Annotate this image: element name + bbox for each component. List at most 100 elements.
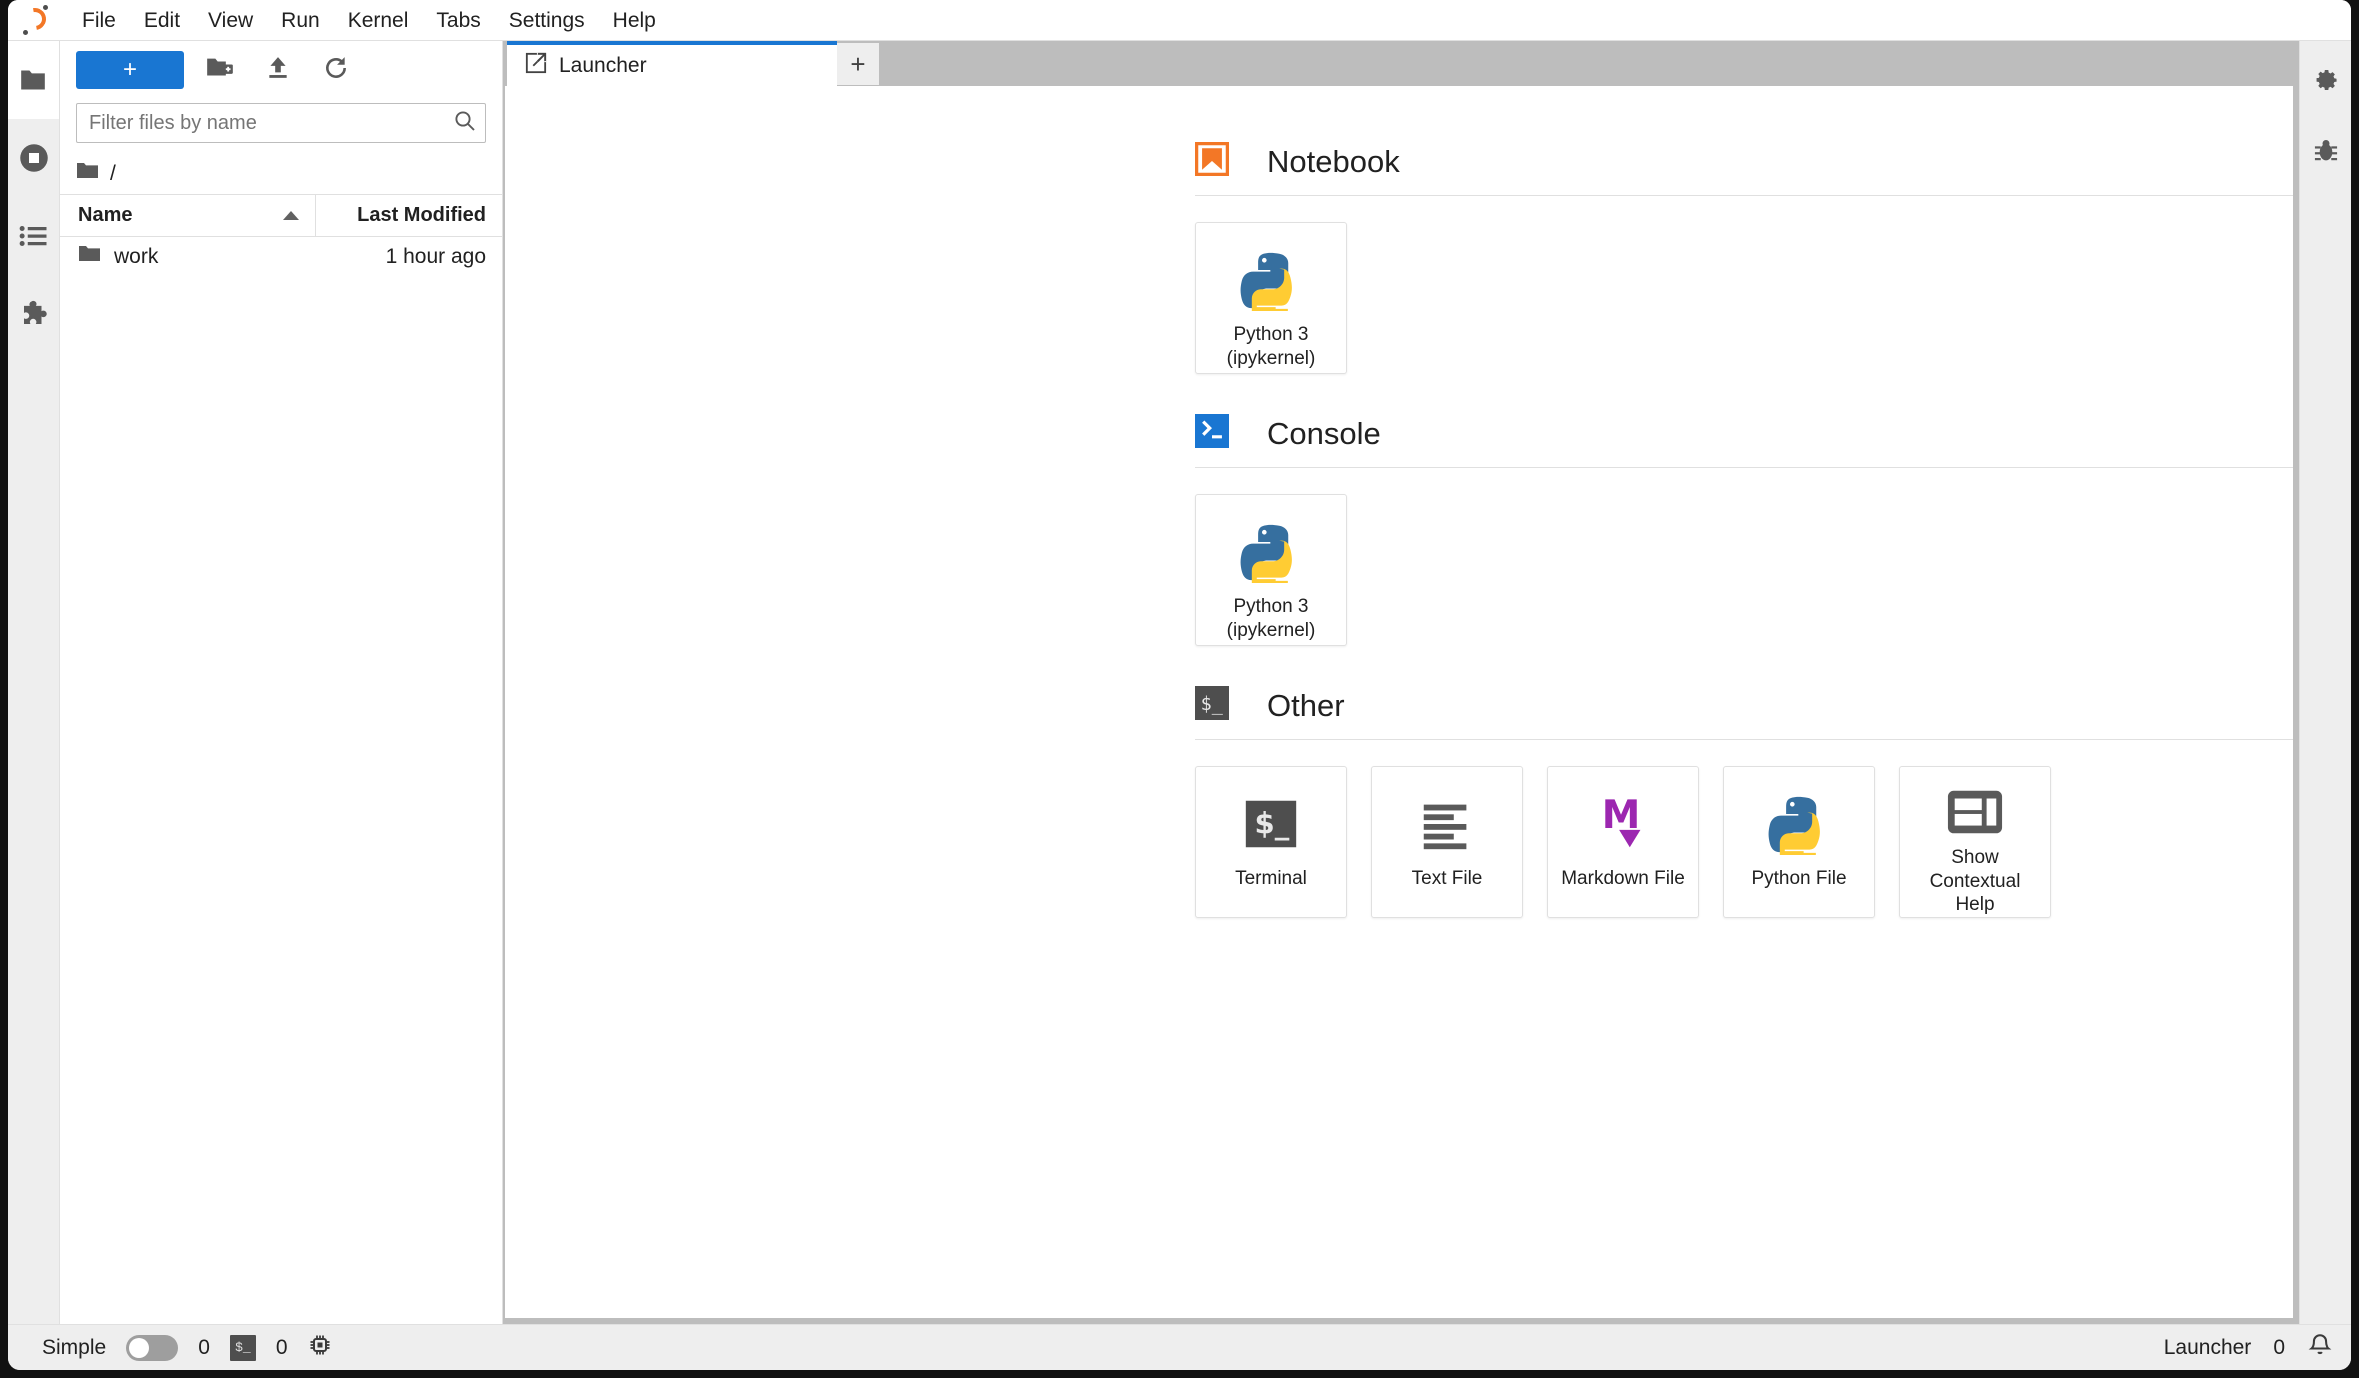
stop-circle-icon <box>19 143 49 173</box>
launcher-card-text-file[interactable]: Text File <box>1371 766 1523 918</box>
menu-bar: File Edit View Run Kernel Tabs Settings … <box>8 0 2351 41</box>
launcher-card-label: Python 3 (ipykernel) <box>1226 596 1316 641</box>
launcher-panel: Notebook Python 3 (ipykernel) Console Py… <box>505 86 2293 1318</box>
markdown-icon: M <box>1592 787 1654 861</box>
column-header-name[interactable]: Name <box>60 195 316 236</box>
puzzle-piece-icon <box>19 299 49 329</box>
bell-icon[interactable] <box>2307 1332 2333 1364</box>
menu-item-edit[interactable]: Edit <box>130 4 194 37</box>
refresh-file-list-button[interactable] <box>314 51 358 89</box>
file-browser-panel: + Filter files by name / Name Last Modif… <box>60 41 503 1324</box>
new-tab-button[interactable]: + <box>837 43 879 85</box>
refresh-icon <box>323 55 349 86</box>
kernel-session-count[interactable]: 0 <box>198 1336 210 1360</box>
inspector-icon <box>1946 787 2004 840</box>
file-name: work <box>114 245 159 268</box>
launcher-card-label: Text File <box>1411 868 1483 889</box>
column-header-name-label: Name <box>78 204 133 226</box>
folder-icon <box>18 67 48 93</box>
status-bar-left: Simple 0 $_ 0 <box>42 1333 332 1363</box>
notification-count[interactable]: 0 <box>2273 1336 2285 1360</box>
python-icon <box>1240 515 1302 589</box>
file-last-modified: 1 hour ago <box>385 245 486 268</box>
upload-files-button[interactable] <box>256 51 300 89</box>
launcher-card-label: Terminal <box>1235 868 1307 889</box>
right-sidebar <box>2299 41 2351 1324</box>
menu-item-file[interactable]: File <box>68 4 130 37</box>
column-header-last-modified[interactable]: Last Modified <box>316 204 502 227</box>
launcher-card-python-file[interactable]: Python File <box>1723 766 1875 918</box>
sidebar-item-property-inspector[interactable] <box>2300 59 2352 99</box>
svg-text:$_: $_ <box>1255 807 1290 841</box>
launcher-cards-console: Python 3 (ipykernel) <box>1195 494 2293 646</box>
search-icon <box>453 109 477 138</box>
sidebar-item-file-browser[interactable] <box>8 41 59 119</box>
folder-icon <box>78 244 102 270</box>
list-icon <box>19 224 49 248</box>
file-list: work 1 hour ago <box>60 237 502 277</box>
terminal-session-count[interactable]: 0 <box>276 1336 288 1360</box>
sidebar-item-running[interactable] <box>8 119 59 197</box>
sort-ascending-icon <box>283 211 299 220</box>
tab-bar: Launcher + <box>503 41 2299 86</box>
menu-item-tabs[interactable]: Tabs <box>422 4 494 37</box>
filter-files-field[interactable] <box>76 103 486 143</box>
console-icon <box>1195 414 1229 453</box>
new-launcher-button[interactable]: + <box>76 51 184 89</box>
table-row[interactable]: work 1 hour ago <box>60 237 502 277</box>
left-sidebar <box>8 41 60 1324</box>
terminal-icon: $_ <box>1240 787 1302 861</box>
launcher-section-notebook-header: Notebook <box>1194 141 2293 181</box>
current-tab-label[interactable]: Launcher <box>2164 1336 2252 1360</box>
menu-item-settings[interactable]: Settings <box>495 4 599 37</box>
launcher-card-terminal[interactable]: $_ Terminal <box>1195 766 1347 918</box>
application-window: File Edit View Run Kernel Tabs Settings … <box>8 0 2351 1370</box>
section-divider <box>1195 739 2293 740</box>
simple-mode-label: Simple <box>42 1335 107 1359</box>
cpu-icon[interactable] <box>308 1333 332 1363</box>
launcher-icon <box>525 52 547 80</box>
section-divider <box>1195 467 2293 468</box>
launcher-card-markdown-file[interactable]: M Markdown File <box>1547 766 1699 918</box>
launcher-section-title: Console <box>1267 415 1381 451</box>
status-bar-right: Launcher 0 <box>2164 1332 2333 1364</box>
search-input[interactable] <box>89 111 453 135</box>
simple-mode-toggle[interactable] <box>126 1334 179 1361</box>
launcher-card-show-contextual-help[interactable]: Show Contextual Help <box>1899 766 2051 918</box>
terminal-badge-icon[interactable]: $_ <box>229 1334 256 1361</box>
text-file-icon <box>1416 787 1478 861</box>
launcher-card-console-python3[interactable]: Python 3 (ipykernel) <box>1195 494 1347 646</box>
tab-launcher[interactable]: Launcher <box>507 41 837 86</box>
sidebar-item-extensions[interactable] <box>8 275 59 353</box>
menu-item-run[interactable]: Run <box>267 4 334 37</box>
launcher-section-other-header: $_ Other <box>1195 686 2293 725</box>
tab-label: Launcher <box>559 53 647 77</box>
launcher-section-title: Other <box>1267 687 1345 723</box>
folder-icon <box>76 161 100 186</box>
bug-icon <box>2312 137 2340 170</box>
workspace: + Filter files by name / Name Last Modif… <box>8 41 2351 1324</box>
sidebar-item-commands[interactable] <box>8 197 59 275</box>
launcher-card-notebook-python3[interactable]: Python 3 (ipykernel) <box>1195 222 1347 374</box>
breadcrumb-path[interactable]: / <box>110 162 116 186</box>
menu-item-kernel[interactable]: Kernel <box>334 4 423 37</box>
new-folder-icon <box>206 56 234 85</box>
launcher-card-label: Markdown File <box>1561 868 1685 889</box>
launcher-cards-other: $_ Terminal Text File M Markdown File Py… <box>1195 766 2293 918</box>
jupyter-logo-icon <box>16 2 56 38</box>
file-row-name-cell: work <box>60 244 316 270</box>
menu-item-help[interactable]: Help <box>599 4 670 37</box>
status-bar: Simple 0 $_ 0 Launcher 0 <box>8 1324 2351 1370</box>
file-browser-toolbar: + <box>60 41 502 99</box>
main-dock-area: Launcher + Notebook Python 3 (ipykernel)… <box>503 41 2299 1324</box>
launcher-section-title: Notebook <box>1267 143 1400 179</box>
sidebar-item-debugger[interactable] <box>2300 133 2352 173</box>
breadcrumb[interactable]: / <box>60 153 502 195</box>
menu-item-view[interactable]: View <box>194 4 267 37</box>
gear-icon <box>2312 63 2340 96</box>
launcher-cards-notebook: Python 3 (ipykernel) <box>1195 222 2293 374</box>
launcher-card-label: Python File <box>1751 868 1847 889</box>
section-divider <box>1195 195 2293 196</box>
terminal-icon: $_ <box>1195 686 1229 725</box>
new-folder-button[interactable] <box>198 51 242 89</box>
